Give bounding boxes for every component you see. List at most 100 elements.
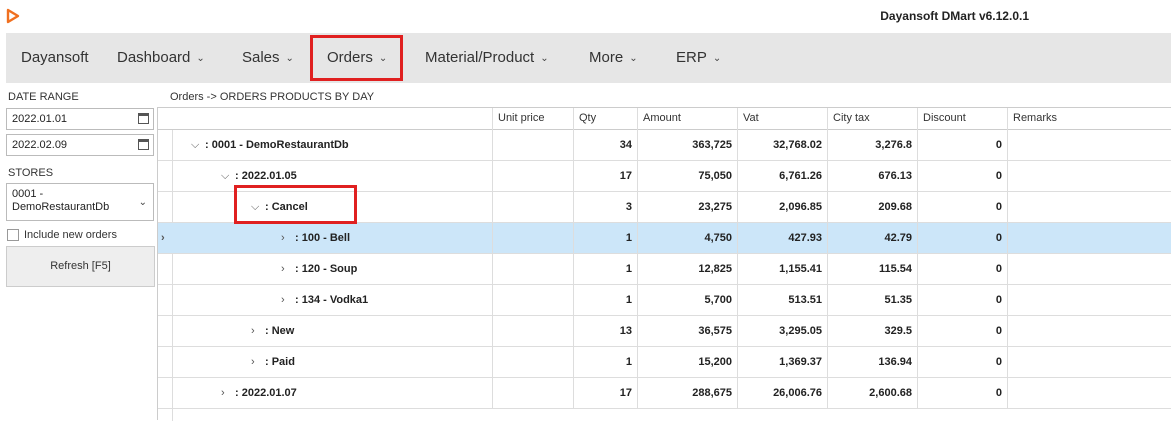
expand-toggle-icon[interactable]: › xyxy=(281,254,295,285)
expand-toggle-icon[interactable]: ⌵ xyxy=(221,161,235,192)
table-row[interactable]: ›: 134 - Vodka1 1 5,700 513.51 51.35 0 xyxy=(158,285,1171,316)
row-label-text: : 120 - Soup xyxy=(295,263,358,275)
cell-discount: 0 xyxy=(917,316,1007,347)
cell-remarks xyxy=(1007,316,1159,347)
cell-unit-price xyxy=(492,130,573,161)
row-label: ›: 100 - Bell xyxy=(281,223,350,254)
orders-highlight-box xyxy=(310,35,403,81)
table-row[interactable]: ⌵: 0001 - DemoRestaurantDb 34 363,725 32,76… xyxy=(158,130,1171,161)
menu-more[interactable]: More ⌄ xyxy=(589,33,638,83)
column-header-qty[interactable]: Qty xyxy=(573,108,637,130)
cell-amount: 363,725 xyxy=(637,130,737,161)
column-header-unit-price[interactable]: Unit price xyxy=(492,108,573,130)
cell-qty: 1 xyxy=(573,285,637,316)
column-header-city-tax[interactable]: City tax xyxy=(827,108,917,130)
column-header-discount[interactable]: Discount xyxy=(917,108,1007,130)
cell-unit-price xyxy=(492,254,573,285)
cell-city-tax: 136.94 xyxy=(827,347,917,378)
cell-amount: 4,750 xyxy=(637,223,737,254)
cell-remarks xyxy=(1007,192,1159,223)
cell-discount: 0 xyxy=(917,192,1007,223)
cell-remarks xyxy=(1007,347,1159,378)
cell-vat: 1,369.37 xyxy=(737,347,827,378)
cell-discount: 0 xyxy=(917,254,1007,285)
column-header-remarks[interactable]: Remarks xyxy=(1007,108,1159,130)
chevron-down-icon: ⌄ xyxy=(629,53,638,64)
column-header-vat[interactable]: Vat xyxy=(737,108,827,130)
cell-vat: 427.93 xyxy=(737,223,827,254)
include-new-orders-label: Include new orders xyxy=(24,229,117,241)
cell-discount: 0 xyxy=(917,285,1007,316)
cell-remarks xyxy=(1007,130,1159,161)
table-row[interactable]: ›: 2022.01.07 17 288,675 26,006.76 2,600.68 0 xyxy=(158,378,1171,409)
cell-qty: 17 xyxy=(573,161,637,192)
cell-unit-price xyxy=(492,347,573,378)
cell-city-tax: 2,600.68 xyxy=(827,378,917,409)
cell-amount: 23,275 xyxy=(637,192,737,223)
row-label-text: : 0001 - DemoRestaurantDb xyxy=(205,139,349,151)
cell-city-tax: 42.79 xyxy=(827,223,917,254)
menu-sales[interactable]: Sales ⌄ xyxy=(242,33,294,83)
cell-vat: 6,761.26 xyxy=(737,161,827,192)
table-row[interactable]: ›: 120 - Soup 1 12,825 1,155.41 115.54 0 xyxy=(158,254,1171,285)
cell-remarks xyxy=(1007,254,1159,285)
cell-amount: 5,700 xyxy=(637,285,737,316)
cell-unit-price xyxy=(492,161,573,192)
main-menu-bar: Dayansoft Dashboard ⌄ Sales ⌄ Orders ⌄ Mate… xyxy=(6,33,1171,83)
app-title: Dayansoft DMart v6.12.0.1 xyxy=(880,9,1029,23)
expand-toggle-icon[interactable]: › xyxy=(221,378,235,409)
stores-label: STORES xyxy=(8,167,54,179)
chevron-down-icon: ⌄ xyxy=(285,53,294,64)
calendar-icon[interactable] xyxy=(138,113,149,124)
cell-remarks xyxy=(1007,161,1159,192)
row-label: ›: 2022.01.07 xyxy=(221,378,297,409)
refresh-button[interactable]: Refresh [F5] xyxy=(6,246,155,287)
cell-unit-price xyxy=(492,285,573,316)
store-select[interactable]: 0001 - DemoRestaurantDb ⌄ xyxy=(6,183,154,221)
cell-unit-price xyxy=(492,223,573,254)
chevron-down-icon: ⌄ xyxy=(712,53,722,64)
cell-remarks xyxy=(1007,223,1159,254)
table-row[interactable]: › ›: 100 - Bell 1 4,750 427.93 42.79 0 xyxy=(158,223,1171,254)
cell-amount: 15,200 xyxy=(637,347,737,378)
cell-remarks xyxy=(1007,285,1159,316)
calendar-icon[interactable] xyxy=(138,139,149,150)
expand-toggle-icon[interactable]: › xyxy=(251,347,265,378)
cell-city-tax: 329.5 xyxy=(827,316,917,347)
menu-erp[interactable]: ERP ⌄ xyxy=(676,33,721,83)
cell-qty: 3 xyxy=(573,192,637,223)
expand-toggle-icon[interactable]: ⌵ xyxy=(191,130,205,161)
cell-vat: 3,295.05 xyxy=(737,316,827,347)
cell-discount: 0 xyxy=(917,130,1007,161)
cell-vat: 26,006.76 xyxy=(737,378,827,409)
expand-toggle-icon[interactable]: › xyxy=(281,223,295,254)
menu-dayansoft[interactable]: Dayansoft xyxy=(21,33,89,83)
cell-qty: 1 xyxy=(573,347,637,378)
date-range-label: DATE RANGE xyxy=(8,91,79,103)
date-from-field[interactable]: 2022.01.01 xyxy=(6,108,154,130)
table-row[interactable]: ›: New 13 36,575 3,295.05 329.5 0 xyxy=(158,316,1171,347)
cell-vat: 2,096.85 xyxy=(737,192,827,223)
cell-discount: 0 xyxy=(917,378,1007,409)
cell-remarks xyxy=(1007,378,1159,409)
cell-discount: 0 xyxy=(917,347,1007,378)
cell-qty: 1 xyxy=(573,254,637,285)
cell-unit-price xyxy=(492,378,573,409)
cell-vat: 32,768.02 xyxy=(737,130,827,161)
cell-vat: 513.51 xyxy=(737,285,827,316)
cell-city-tax: 209.68 xyxy=(827,192,917,223)
date-to-field[interactable]: 2022.02.09 xyxy=(6,134,154,156)
row-label-text: : New xyxy=(265,325,295,337)
menu-material-product[interactable]: Material/Product ⌄ xyxy=(425,33,549,83)
menu-dashboard[interactable]: Dashboard ⌄ xyxy=(117,33,205,83)
expand-toggle-icon[interactable]: › xyxy=(251,316,265,347)
include-new-orders-checkbox[interactable] xyxy=(7,229,19,241)
row-label: ›: New xyxy=(251,316,294,347)
table-row[interactable]: ›: Paid 1 15,200 1,369.37 136.94 0 xyxy=(158,347,1171,378)
expand-toggle-icon[interactable]: › xyxy=(281,285,295,316)
column-header-amount[interactable]: Amount xyxy=(637,108,737,130)
breadcrumb: Orders -> ORDERS PRODUCTS BY DAY xyxy=(170,91,375,103)
grid-header: Unit price Qty Amount Vat City tax Disco… xyxy=(158,108,1171,130)
cell-qty: 13 xyxy=(573,316,637,347)
cell-unit-price xyxy=(492,316,573,347)
